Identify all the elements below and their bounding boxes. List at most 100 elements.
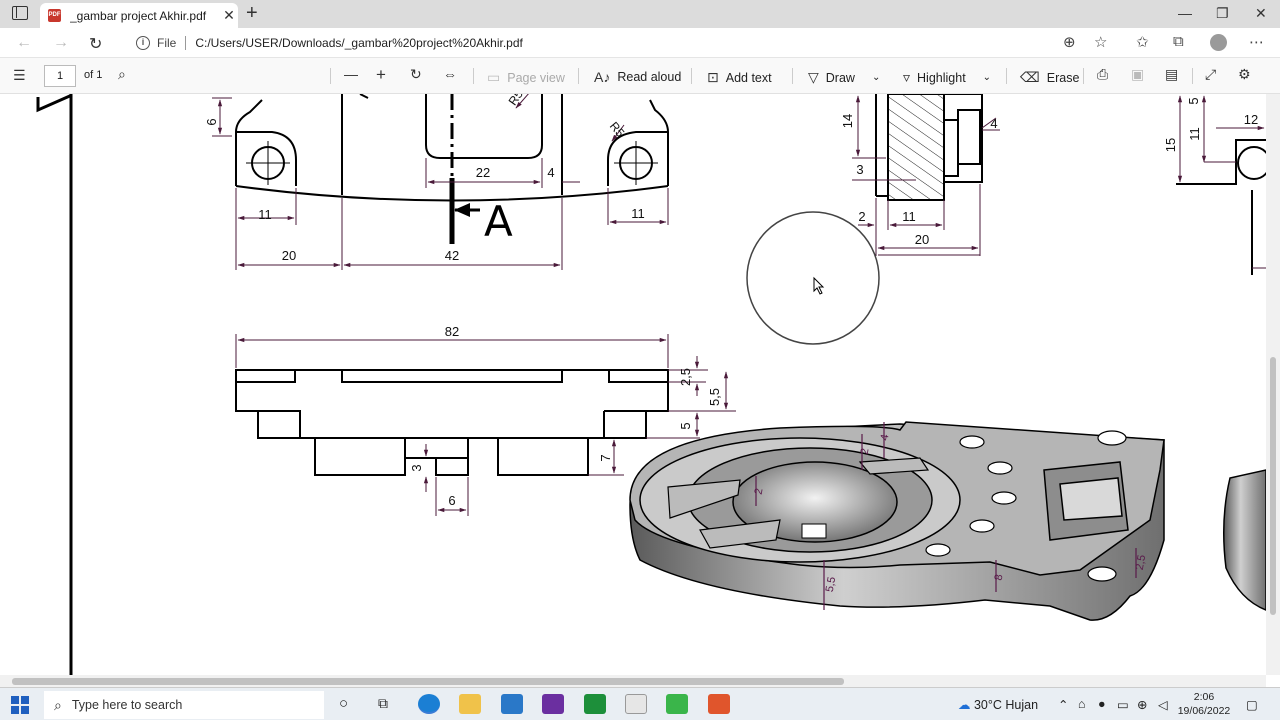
rotate-icon[interactable]: ↻ xyxy=(410,66,429,83)
dim-2-5: 2,5 xyxy=(678,368,693,386)
photos-app-icon[interactable] xyxy=(542,694,564,714)
dim-4-section: 4 xyxy=(990,116,997,131)
close-window-icon[interactable]: ✕ xyxy=(1255,5,1267,22)
mail-app-icon[interactable] xyxy=(501,694,523,714)
add-text-label: Add text xyxy=(725,70,772,85)
tab-pdf-document[interactable]: PDF _gambar project Akhir.pdf ✕ xyxy=(40,3,238,28)
add-text-button[interactable]: ⊡ Add text xyxy=(707,69,772,86)
address-field[interactable]: i File C:/Users/USER/Downloads/_gambar%2… xyxy=(124,31,1114,55)
windows-taskbar: ⌕ Type here to search ○ ⧉ ☁ 30°C Hujan ⌃… xyxy=(0,687,1280,720)
zoom-in-icon[interactable]: + xyxy=(376,65,393,85)
more-menu-icon[interactable]: ⋯ xyxy=(1249,33,1264,51)
site-info-icon[interactable]: i xyxy=(136,36,150,50)
toolbar-divider xyxy=(578,68,579,84)
pdf-file-icon: PDF xyxy=(48,9,61,22)
dim-11-left: 11 xyxy=(258,207,272,222)
notifications-icon[interactable]: ▢ xyxy=(1246,697,1258,712)
favorites-icon[interactable]: ✩ xyxy=(1136,33,1149,51)
erase-label: Erase xyxy=(1046,70,1080,85)
toolbar-divider xyxy=(1192,68,1193,84)
eraser-cursor-circle xyxy=(746,211,880,345)
read-aloud-button[interactable]: A♪ Read aloud xyxy=(594,69,681,85)
favorite-add-icon[interactable]: ☆ xyxy=(1094,33,1107,51)
page-number-input[interactable]: 1 xyxy=(44,65,76,87)
back-icon[interactable]: ← xyxy=(16,34,32,52)
toolbar-divider xyxy=(792,68,793,84)
windows-start-icon[interactable] xyxy=(11,696,29,714)
find-icon[interactable]: ⌕ xyxy=(118,66,133,83)
draw-button[interactable]: ▽ Draw ⌄ xyxy=(808,69,880,86)
minimize-icon[interactable]: — xyxy=(1178,5,1192,21)
fit-width-icon[interactable]: ⇔ xyxy=(443,66,464,82)
edge-app-icon[interactable] xyxy=(418,694,440,714)
dim-6-left: 6 xyxy=(204,118,219,125)
section-a-label: A xyxy=(484,197,513,246)
weather-icon: ☁ xyxy=(958,698,974,712)
orange-app-icon[interactable] xyxy=(708,694,730,714)
page-count: of 1 xyxy=(84,69,103,81)
vertical-scrollbar[interactable] xyxy=(1266,94,1280,675)
protocol-label: File xyxy=(157,36,177,50)
file-explorer-icon[interactable] xyxy=(459,694,481,714)
collections-icon[interactable]: ⧉ xyxy=(1173,33,1184,50)
dim-3-front: 3 xyxy=(409,464,424,471)
network-icon[interactable]: ⊕ xyxy=(1137,697,1147,712)
reload-icon[interactable]: ↻ xyxy=(89,34,102,54)
print-icon[interactable]: ⎙ xyxy=(1097,66,1115,83)
vertical-scroll-thumb[interactable] xyxy=(1270,357,1276,615)
weather-text: 30°C Hujan xyxy=(973,698,1039,712)
tab-strip: PDF _gambar project Akhir.pdf ✕ + — ❐ ✕ xyxy=(0,0,1280,28)
forward-icon[interactable]: → xyxy=(53,34,69,52)
excel-like-app-icon[interactable] xyxy=(625,694,647,714)
task-view-icon[interactable]: ⧉ xyxy=(378,695,388,712)
highlight-options-chevron-icon[interactable]: ⌄ xyxy=(983,72,991,83)
green-app-icon[interactable] xyxy=(666,694,688,714)
volume-icon[interactable]: ◁ xyxy=(1158,697,1168,712)
show-hidden-icons-icon[interactable]: ⌃ xyxy=(1058,697,1068,712)
save-icon[interactable]: ▣ xyxy=(1131,66,1151,83)
page-view-button[interactable]: ▭ Page view xyxy=(487,69,565,86)
dim-11-right: 11 xyxy=(631,206,645,221)
dim-15: 15 xyxy=(1163,138,1178,152)
cortana-icon[interactable]: ○ xyxy=(339,695,348,712)
dim-2-section: 2 xyxy=(858,209,865,224)
toolbar-divider xyxy=(1006,68,1007,84)
microphone-icon[interactable]: ● xyxy=(1098,697,1106,711)
clock-time: 2:06 xyxy=(1193,691,1215,703)
contents-icon[interactable]: ☰ xyxy=(13,67,33,84)
close-tab-icon[interactable]: ✕ xyxy=(220,7,238,24)
tab-title: _gambar project Akhir.pdf xyxy=(70,8,207,23)
taskbar-search-box[interactable]: ⌕ Type here to search xyxy=(44,691,324,719)
maximize-icon[interactable]: ❐ xyxy=(1216,5,1229,22)
battery-icon[interactable]: ▭ xyxy=(1117,697,1129,712)
erase-button[interactable]: ⌫ Erase xyxy=(1020,69,1079,86)
dim-20-left: 20 xyxy=(282,248,296,263)
pdf-viewer[interactable]: A 11 20 42 22 4 11 6 R5 R5 14 3 4 2 11 2… xyxy=(0,94,1266,675)
address-bar-row: ← → ↻ i File C:/Users/USER/Downloads/_ga… xyxy=(0,28,1280,58)
toolbar-divider xyxy=(330,68,331,84)
tab-actions-icon[interactable] xyxy=(12,6,28,20)
horizontal-scroll-thumb[interactable] xyxy=(12,678,844,685)
xbox-app-icon[interactable] xyxy=(584,694,606,714)
save-as-icon[interactable]: ▤ xyxy=(1165,66,1185,83)
toolbar-divider xyxy=(691,68,692,84)
dim-r5-center: R5 xyxy=(506,94,526,108)
settings-gear-icon[interactable]: ⚙ xyxy=(1238,66,1258,83)
dim-4-top: 4 xyxy=(547,165,554,180)
dim-42: 42 xyxy=(445,248,459,263)
system-clock[interactable]: 2:06 19/06/2022 xyxy=(1176,690,1232,718)
dim-14: 14 xyxy=(840,114,855,128)
search-placeholder: Type here to search xyxy=(71,698,183,712)
url-text[interactable]: C:/Users/USER/Downloads/_gambar%20projec… xyxy=(195,36,523,50)
dim-5-front: 5 xyxy=(678,422,693,429)
zoom-icon[interactable]: ⊕ xyxy=(1063,33,1076,51)
weather-widget[interactable]: ☁ 30°C Hujan xyxy=(958,697,1038,712)
zoom-out-icon[interactable]: — xyxy=(344,66,365,82)
onedrive-icon[interactable]: ⌂ xyxy=(1078,697,1086,711)
profile-avatar[interactable] xyxy=(1210,34,1227,51)
highlight-button[interactable]: ▿ Highlight ⌄ xyxy=(903,69,991,86)
fullscreen-icon[interactable]: ⤢ xyxy=(1205,66,1223,83)
new-tab-icon[interactable]: + xyxy=(246,3,258,23)
draw-options-chevron-icon[interactable]: ⌄ xyxy=(872,72,880,83)
horizontal-scrollbar[interactable] xyxy=(0,675,1266,687)
